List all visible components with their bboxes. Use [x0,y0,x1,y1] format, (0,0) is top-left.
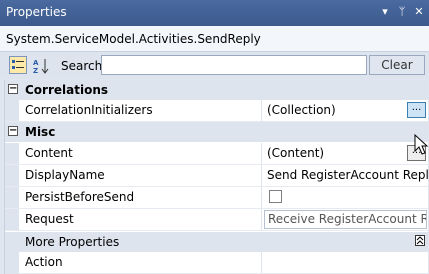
property-name: Action [25,255,63,269]
more-properties-header[interactable]: More Properties [19,232,428,252]
properties-window: Properties ▾ ᛘ ✕ System.ServiceModel.Act… [0,0,429,274]
property-name: Request [25,212,74,226]
row-gutter [5,165,19,186]
search-input[interactable] [101,55,367,75]
property-grid: − Correlations CorrelationInitializers (… [4,80,429,274]
category-correlations[interactable]: − Correlations [5,80,428,100]
property-row-request[interactable]: Request Receive RegisterAccount Req [5,209,428,231]
property-row-persist-before-send[interactable]: PersistBeforeSend [5,187,428,209]
expand-icon[interactable] [415,235,425,246]
pin-icon[interactable]: ᛘ [395,5,409,19]
column-divider [261,165,262,186]
collapse-icon[interactable]: − [8,126,18,136]
more-properties-label: More Properties [25,235,120,249]
property-name: CorrelationInitializers [25,103,153,117]
edit-collection-button[interactable]: ... [407,102,426,118]
column-divider [261,252,262,273]
column-divider [261,100,262,121]
category-label: Correlations [25,83,109,97]
row-gutter [5,209,19,230]
column-divider [261,187,262,208]
request-dropdown[interactable]: Receive RegisterAccount Req [264,210,427,229]
property-row-correlation-initializers[interactable]: CorrelationInitializers (Collection) ... [5,100,428,122]
selected-type-bar: System.ServiceModel.Activities.SendReply [0,26,429,52]
collapse-icon[interactable]: − [8,84,18,94]
clear-button[interactable]: Clear [369,55,425,75]
property-row-action[interactable]: Action [19,252,428,274]
row-gutter [5,100,19,121]
svg-text:Z: Z [33,67,38,75]
property-row-display-name[interactable]: DisplayName Send RegisterAccount Reply [5,165,429,187]
row-gutter [5,232,19,274]
mouse-cursor-icon [414,134,429,155]
alphabetical-sort-icon[interactable]: A Z [31,56,49,75]
property-name: PersistBeforeSend [25,190,135,204]
property-row-content[interactable]: Content (Content) ... [5,143,428,165]
category-misc[interactable]: − Misc [5,122,428,142]
category-label: Misc [25,125,56,139]
dropdown-icon[interactable]: ▾ [378,5,392,19]
column-divider [261,143,262,164]
property-name: Content [25,146,73,160]
search-label: Search: [61,59,107,73]
selected-type-name: System.ServiceModel.Activities.SendReply [6,32,261,46]
toolbar: A Z Search: Clear [0,52,429,79]
row-gutter [5,143,19,164]
window-title: Properties [6,5,67,19]
title-bar[interactable]: Properties ▾ ᛘ ✕ [0,0,429,26]
column-divider [261,209,262,230]
property-value: (Collection) [267,103,336,117]
persist-before-send-checkbox[interactable] [269,190,282,203]
categorized-view-icon[interactable] [9,56,27,74]
display-name-value[interactable]: Send RegisterAccount Reply [267,168,429,182]
svg-text:A: A [33,59,39,67]
property-name: DisplayName [25,168,105,182]
property-value: (Content) [267,146,325,160]
close-icon[interactable]: ✕ [412,5,426,19]
row-gutter [5,187,19,208]
